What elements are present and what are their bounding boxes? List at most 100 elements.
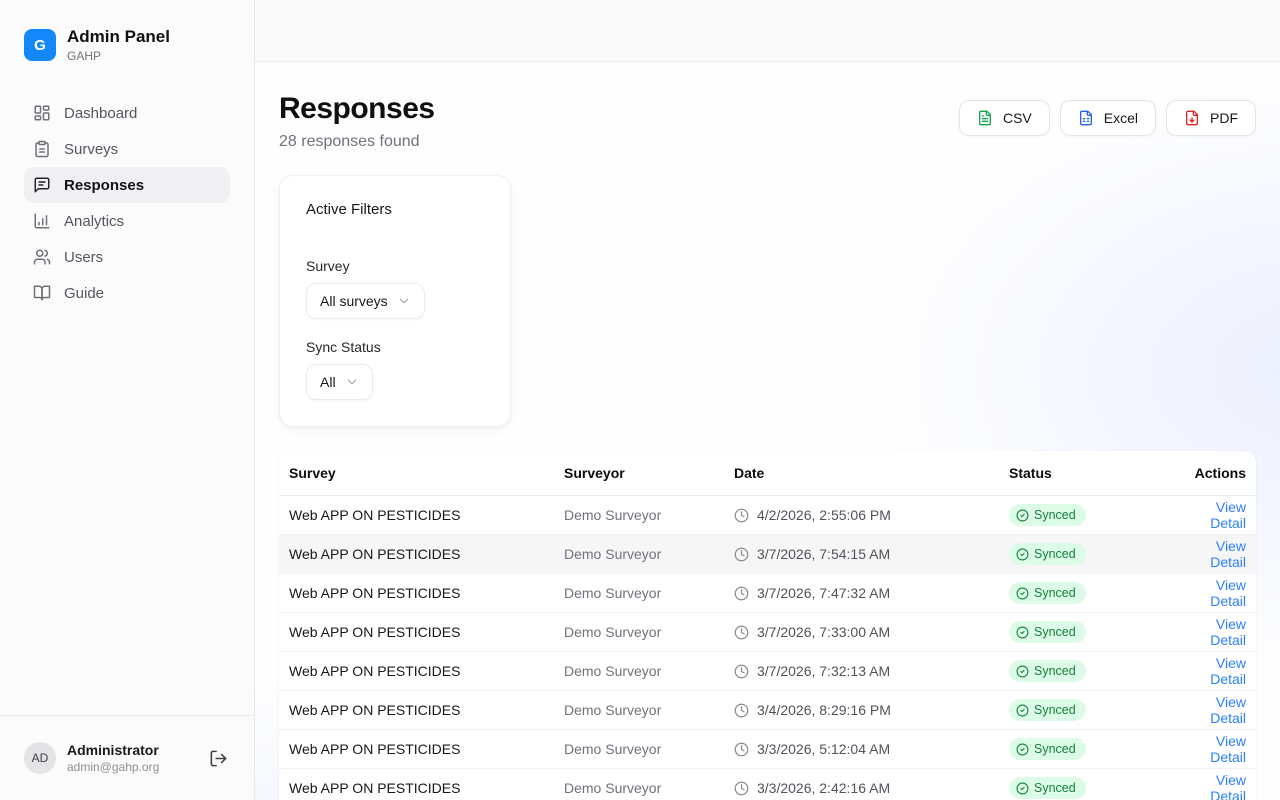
view-detail-link[interactable]: View Detail: [1210, 538, 1246, 570]
surveyor-cell: Demo Surveyor: [554, 780, 724, 796]
check-circle-icon: [1016, 704, 1029, 717]
chevron-down-icon: [397, 294, 411, 308]
message-icon: [33, 176, 51, 194]
column-header-survey: Survey: [279, 465, 554, 481]
actions-cell: View Detail: [1169, 616, 1256, 648]
status-badge: Synced: [1009, 504, 1086, 526]
table-row: Web APP ON PESTICIDES Demo Surveyor 3/7/…: [279, 535, 1256, 574]
date-cell: 3/4/2026, 8:29:16 PM: [724, 702, 999, 718]
export-pdf-button[interactable]: PDF: [1166, 100, 1256, 136]
date-text: 3/7/2026, 7:47:32 AM: [757, 585, 890, 601]
date-cell: 3/7/2026, 7:33:00 AM: [724, 624, 999, 640]
date-text: 3/3/2026, 2:42:16 AM: [757, 780, 890, 796]
sidebar-item-dashboard[interactable]: Dashboard: [24, 95, 230, 131]
sync-status-filter-select[interactable]: All: [306, 364, 373, 400]
actions-cell: View Detail: [1169, 772, 1256, 800]
logout-icon: [209, 749, 228, 768]
actions-cell: View Detail: [1169, 694, 1256, 726]
date-text: 3/7/2026, 7:54:15 AM: [757, 546, 890, 562]
export-pdf-label: PDF: [1210, 110, 1238, 126]
sidebar-item-surveys[interactable]: Surveys: [24, 131, 230, 167]
date-text: 4/2/2026, 2:55:06 PM: [757, 507, 891, 523]
sidebar-item-analytics[interactable]: Analytics: [24, 203, 230, 239]
status-badge: Synced: [1009, 777, 1086, 799]
filters-title: Active Filters: [306, 201, 484, 218]
page-header: Responses 28 responses found CSV Excel: [279, 92, 1256, 151]
status-cell: Synced: [999, 738, 1169, 760]
sidebar-item-label: Analytics: [64, 213, 124, 230]
app-org: GAHP: [67, 49, 170, 63]
page-title: Responses: [279, 92, 435, 126]
date-cell: 3/7/2026, 7:47:32 AM: [724, 585, 999, 601]
user-name: Administrator: [67, 742, 196, 758]
survey-cell: Web APP ON PESTICIDES: [279, 663, 554, 679]
actions-cell: View Detail: [1169, 655, 1256, 687]
surveyor-cell: Demo Surveyor: [554, 507, 724, 523]
table-row: Web APP ON PESTICIDES Demo Surveyor 3/7/…: [279, 574, 1256, 613]
app-title: Admin Panel: [67, 27, 170, 47]
logout-button[interactable]: [207, 747, 230, 770]
column-header-date: Date: [724, 465, 999, 481]
survey-filter-value: All surveys: [320, 293, 388, 309]
clipboard-icon: [33, 140, 51, 158]
clock-icon: [734, 508, 749, 523]
status-cell: Synced: [999, 777, 1169, 799]
surveyor-cell: Demo Surveyor: [554, 546, 724, 562]
status-badge: Synced: [1009, 582, 1086, 604]
view-detail-link[interactable]: View Detail: [1210, 733, 1246, 765]
avatar: AD: [24, 742, 56, 774]
view-detail-link[interactable]: View Detail: [1210, 577, 1246, 609]
table-row: Web APP ON PESTICIDES Demo Surveyor 3/7/…: [279, 652, 1256, 691]
status-cell: Synced: [999, 621, 1169, 643]
sidebar-item-label: Users: [64, 249, 103, 266]
surveyor-cell: Demo Surveyor: [554, 663, 724, 679]
clock-icon: [734, 586, 749, 601]
actions-cell: View Detail: [1169, 538, 1256, 570]
survey-cell: Web APP ON PESTICIDES: [279, 780, 554, 796]
sidebar-item-responses[interactable]: Responses: [24, 167, 230, 203]
survey-cell: Web APP ON PESTICIDES: [279, 585, 554, 601]
view-detail-link[interactable]: View Detail: [1210, 772, 1246, 800]
date-cell: 3/7/2026, 7:54:15 AM: [724, 546, 999, 562]
results-count: 28 responses found: [279, 133, 435, 151]
export-csv-label: CSV: [1003, 110, 1032, 126]
file-text-icon: [977, 110, 993, 126]
sidebar-item-users[interactable]: Users: [24, 239, 230, 275]
column-header-status: Status: [999, 465, 1169, 481]
check-circle-icon: [1016, 665, 1029, 678]
view-detail-link[interactable]: View Detail: [1210, 655, 1246, 687]
content: Responses 28 responses found CSV Excel: [255, 62, 1280, 800]
book-open-icon: [33, 284, 51, 302]
sync-status-filter-value: All: [320, 374, 336, 390]
survey-cell: Web APP ON PESTICIDES: [279, 546, 554, 562]
clock-icon: [734, 781, 749, 796]
survey-filter-select[interactable]: All surveys: [306, 283, 425, 319]
check-circle-icon: [1016, 782, 1029, 795]
status-badge: Synced: [1009, 738, 1086, 760]
export-buttons: CSV Excel PDF: [959, 100, 1256, 136]
sidebar-item-label: Dashboard: [64, 105, 137, 122]
dashboard-icon: [33, 104, 51, 122]
date-text: 3/3/2026, 5:12:04 AM: [757, 741, 890, 757]
survey-cell: Web APP ON PESTICIDES: [279, 624, 554, 640]
clock-icon: [734, 703, 749, 718]
view-detail-link[interactable]: View Detail: [1210, 694, 1246, 726]
actions-cell: View Detail: [1169, 499, 1256, 531]
view-detail-link[interactable]: View Detail: [1210, 499, 1246, 531]
clock-icon: [734, 742, 749, 757]
app-logo: G: [24, 29, 56, 61]
actions-cell: View Detail: [1169, 733, 1256, 765]
column-header-surveyor: Surveyor: [554, 465, 724, 481]
sidebar-item-label: Guide: [64, 285, 104, 302]
date-text: 3/4/2026, 8:29:16 PM: [757, 702, 891, 718]
export-csv-button[interactable]: CSV: [959, 100, 1050, 136]
brand: G Admin Panel GAHP: [0, 0, 254, 63]
date-cell: 3/3/2026, 2:42:16 AM: [724, 780, 999, 796]
view-detail-link[interactable]: View Detail: [1210, 616, 1246, 648]
table-row: Web APP ON PESTICIDES Demo Surveyor 3/4/…: [279, 691, 1256, 730]
check-circle-icon: [1016, 548, 1029, 561]
bar-chart-icon: [33, 212, 51, 230]
sidebar-item-guide[interactable]: Guide: [24, 275, 230, 311]
sync-status-filter-label: Sync Status: [306, 339, 484, 355]
export-excel-button[interactable]: Excel: [1060, 100, 1156, 136]
